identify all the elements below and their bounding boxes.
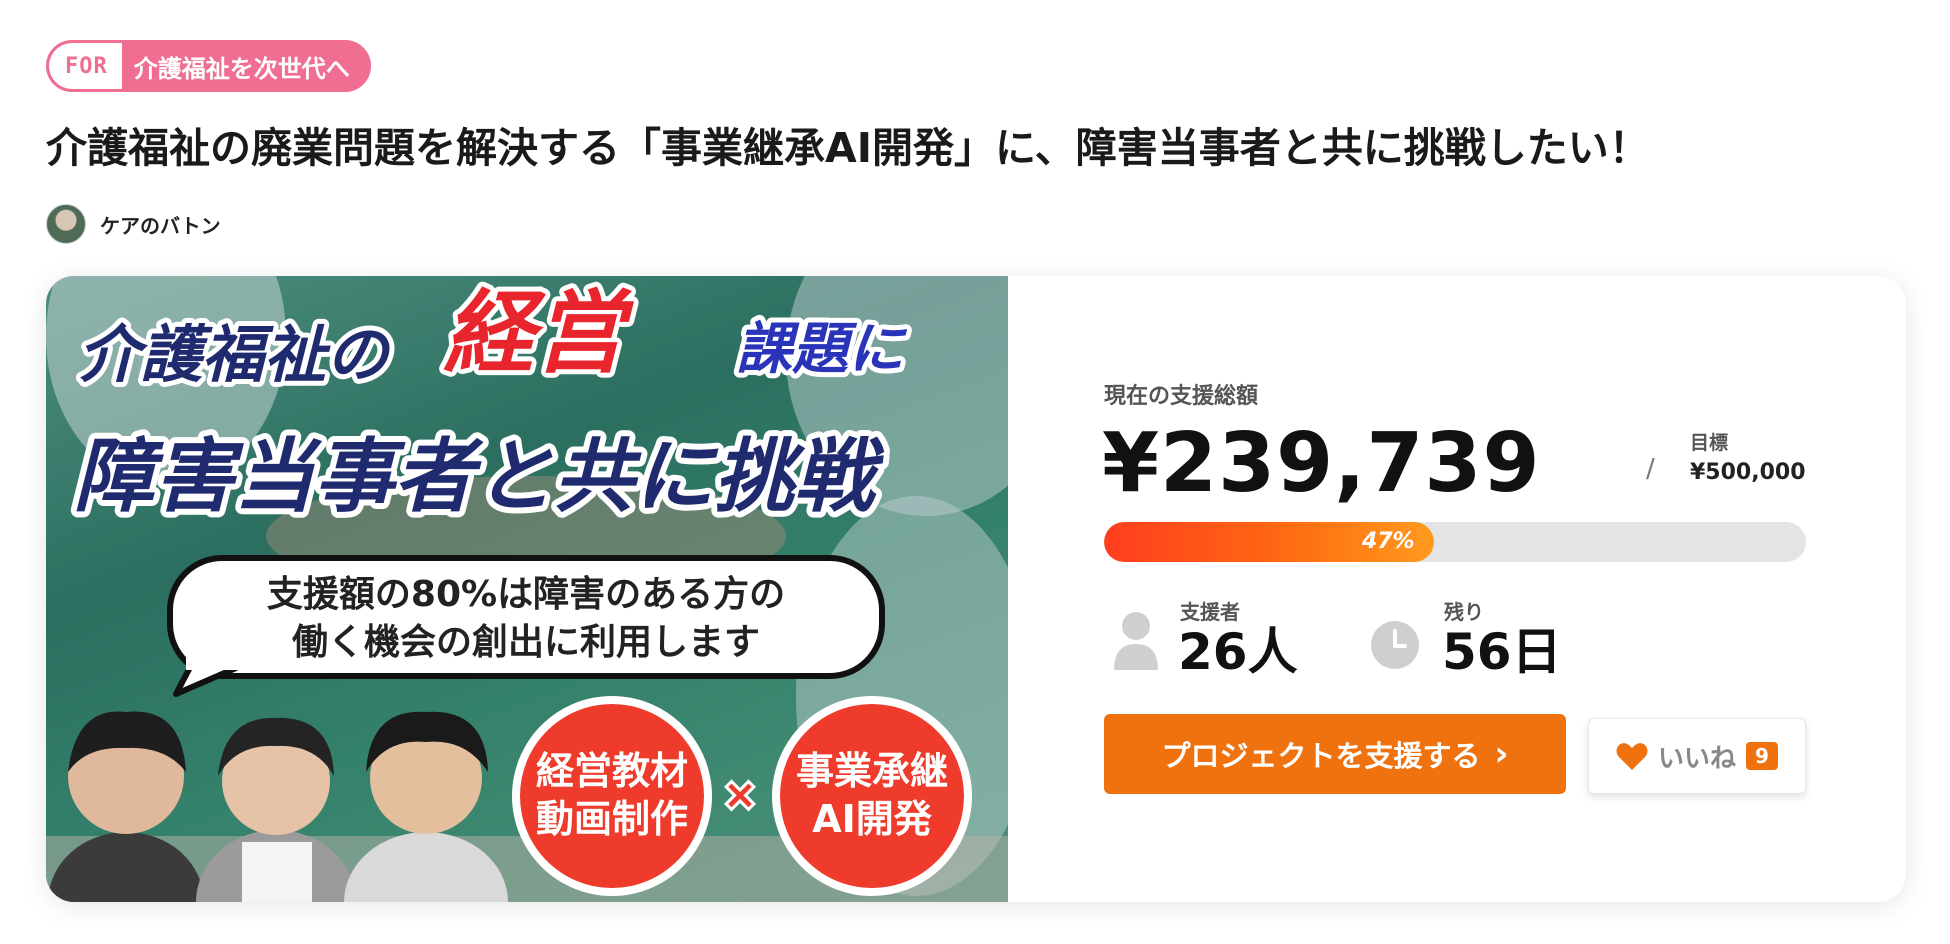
tag-label: 介護福祉を次世代へ xyxy=(133,54,350,83)
project-title: 介護福祉の廃業問題を解決する「事業継承AI開発」に、障害当事者と共に挑戦したい！ xyxy=(46,124,1650,172)
category-tag[interactable]: FOR 介護福祉を次世代へ xyxy=(46,40,371,92)
owner-name: ケアのバトン xyxy=(100,213,221,238)
funds-label: 現在の支援総額 xyxy=(1104,384,1259,409)
remaining-value: 56日 xyxy=(1442,623,1562,681)
like-label: いいね xyxy=(1658,743,1737,774)
like-button[interactable]: いいね 9 xyxy=(1588,718,1806,794)
hero-image: 介護福祉の 経営 課題に 障害当事者と共に挑戦 支援額の80%は障害のある方の … xyxy=(46,276,1008,902)
funds-amount: ¥239,739 xyxy=(1102,416,1541,511)
support-button-label: プロジェクトを支援する xyxy=(1161,739,1481,773)
supporters-label: 支援者 xyxy=(1180,600,1240,624)
bubble-line1: 支援額の80%は障害のある方の xyxy=(267,574,785,615)
circle2-line1: 事業承継 xyxy=(796,749,948,793)
hero-line1-b: 経営 xyxy=(443,281,635,386)
clock-icon xyxy=(1371,621,1419,669)
progress-bar: 47% xyxy=(1104,522,1806,562)
supporters-value: 26人 xyxy=(1178,623,1298,681)
goal-value: ¥500,000 xyxy=(1690,460,1806,485)
progress-percent: 47% xyxy=(1361,529,1415,554)
bubble-line2: 働く機会の創出に利用します xyxy=(292,622,760,663)
avatar xyxy=(46,204,86,244)
project-owner[interactable]: ケアのバトン xyxy=(46,204,221,244)
goal-separator: / xyxy=(1646,454,1655,484)
project-card: 介護福祉の 経営 課題に 障害当事者と共に挑戦 支援額の80%は障害のある方の … xyxy=(46,276,1906,902)
heart-icon xyxy=(1616,743,1648,770)
support-project-button[interactable]: プロジェクトを支援する › xyxy=(1104,714,1566,794)
like-count-badge: 9 xyxy=(1746,742,1778,770)
hero-line1-c: 課題に xyxy=(736,317,908,382)
hero-line2: 障害当事者と共に挑戦 xyxy=(74,430,885,523)
tag-prefix: FOR xyxy=(49,43,122,89)
chevron-right-icon: › xyxy=(1494,734,1509,774)
circle1-line1: 経営教材 xyxy=(536,749,688,793)
goal-label: 目標 xyxy=(1690,432,1729,454)
svg-text:介護福祉の: 介護福祉の xyxy=(78,318,392,391)
remaining-label: 残り xyxy=(1444,600,1484,624)
hero-artwork: 介護福祉の 経営 課題に 障害当事者と共に挑戦 支援額の80%は障害のある方の … xyxy=(46,276,1008,902)
circle2-line2: AI開発 xyxy=(812,797,933,841)
hero-line1-a: 介護福祉の xyxy=(78,318,392,391)
times-sign: × xyxy=(723,772,757,818)
person-icon xyxy=(1114,612,1158,670)
circle1-line2: 動画制作 xyxy=(536,797,688,841)
